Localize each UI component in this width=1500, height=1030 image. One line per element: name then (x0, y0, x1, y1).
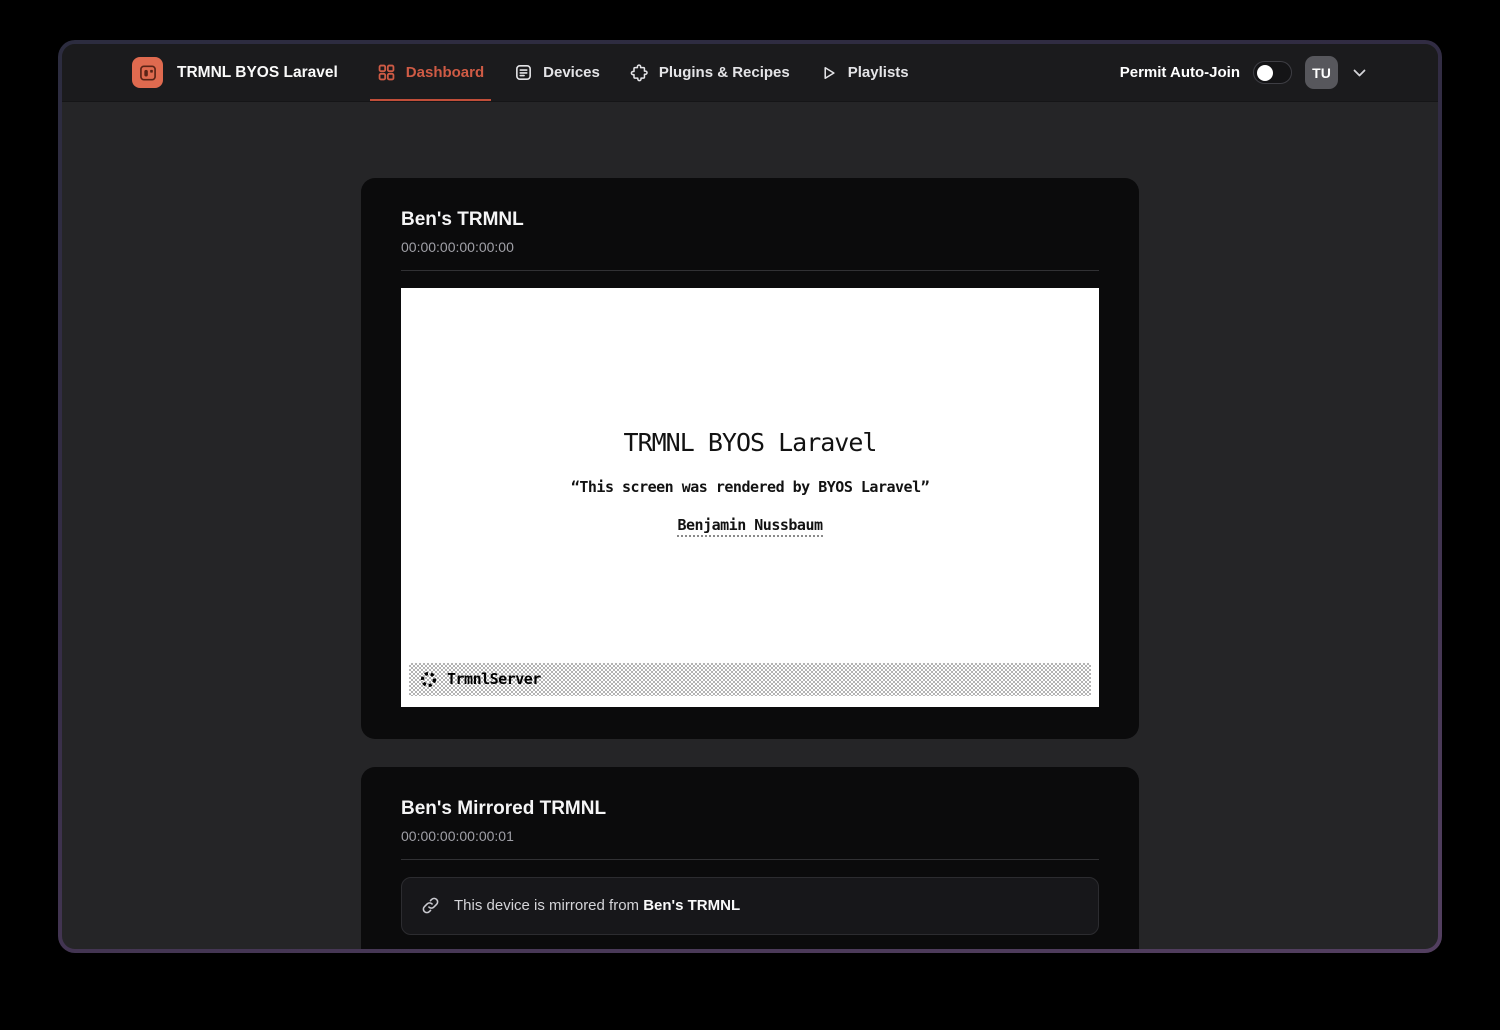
screen-content: TRMNL BYOS Laravel “This screen was rend… (401, 428, 1099, 537)
device-mac-address: 00:00:00:00:00:00 (401, 239, 1099, 255)
top-navigation-bar: TRMNL BYOS Laravel Dashboard (62, 44, 1438, 102)
screen-status-label: TrmnlServer (447, 670, 541, 688)
nav-label: Dashboard (406, 64, 484, 81)
divider (401, 859, 1099, 860)
device-name: Ben's TRMNL (401, 208, 1099, 232)
nav-item-playlists[interactable]: Playlists (805, 44, 924, 101)
nav-label: Playlists (848, 64, 909, 81)
dashboard-content[interactable]: Ben's TRMNL 00:00:00:00:00:00 TRMNL BYOS… (62, 102, 1438, 949)
app-window-content: TRMNL BYOS Laravel Dashboard (62, 44, 1438, 949)
app-window: TRMNL BYOS Laravel Dashboard (58, 40, 1442, 953)
chevron-down-icon[interactable] (1351, 65, 1368, 81)
screen-author-row: Benjamin Nussbaum (401, 515, 1099, 537)
app-title: TRMNL BYOS Laravel (177, 64, 338, 82)
mirror-source-name: Ben's TRMNL (643, 897, 740, 914)
device-name: Ben's Mirrored TRMNL (401, 797, 1099, 821)
device-card: Ben's TRMNL 00:00:00:00:00:00 TRMNL BYOS… (361, 178, 1139, 739)
screen-title: TRMNL BYOS Laravel (401, 428, 1099, 457)
link-icon (420, 895, 441, 916)
topbar-right: Permit Auto-Join TU (1120, 44, 1368, 101)
device-card: Ben's Mirrored TRMNL 00:00:00:00:00:01 T… (361, 767, 1139, 949)
nav-item-devices[interactable]: Devices (499, 44, 615, 101)
permit-auto-join-label: Permit Auto-Join (1120, 64, 1240, 81)
device-screen-preview: TRMNL BYOS Laravel “This screen was rend… (401, 288, 1099, 707)
device-list-icon (514, 63, 533, 82)
permit-auto-join-toggle[interactable] (1253, 61, 1292, 84)
nav-item-dashboard[interactable]: Dashboard (362, 44, 499, 101)
user-avatar[interactable]: TU (1305, 56, 1338, 89)
app-logo-icon (132, 57, 163, 88)
toggle-knob (1257, 65, 1273, 81)
puzzle-icon (630, 63, 649, 82)
nav-item-plugins-recipes[interactable]: Plugins & Recipes (615, 44, 805, 101)
divider (401, 270, 1099, 271)
main-nav: Dashboard Devices (362, 44, 924, 101)
mirror-note-prefix: This device is mirrored from (454, 897, 643, 914)
mirror-info-box: This device is mirrored from Ben's TRMNL (401, 877, 1099, 935)
device-mac-address: 00:00:00:00:00:01 (401, 828, 1099, 844)
nav-label: Plugins & Recipes (659, 64, 790, 81)
grid-icon (377, 63, 396, 82)
desktop-background: TRMNL BYOS Laravel Dashboard (0, 0, 1500, 1030)
nav-label: Devices (543, 64, 600, 81)
screen-status-bar: TrmnlServer (409, 663, 1091, 696)
brand: TRMNL BYOS Laravel (132, 44, 338, 101)
play-icon (820, 64, 838, 82)
spinner-icon (419, 670, 438, 689)
mirror-note: This device is mirrored from Ben's TRMNL (454, 897, 740, 914)
screen-quote: “This screen was rendered by BYOS Larave… (401, 478, 1099, 496)
screen-author: Benjamin Nussbaum (677, 516, 822, 537)
